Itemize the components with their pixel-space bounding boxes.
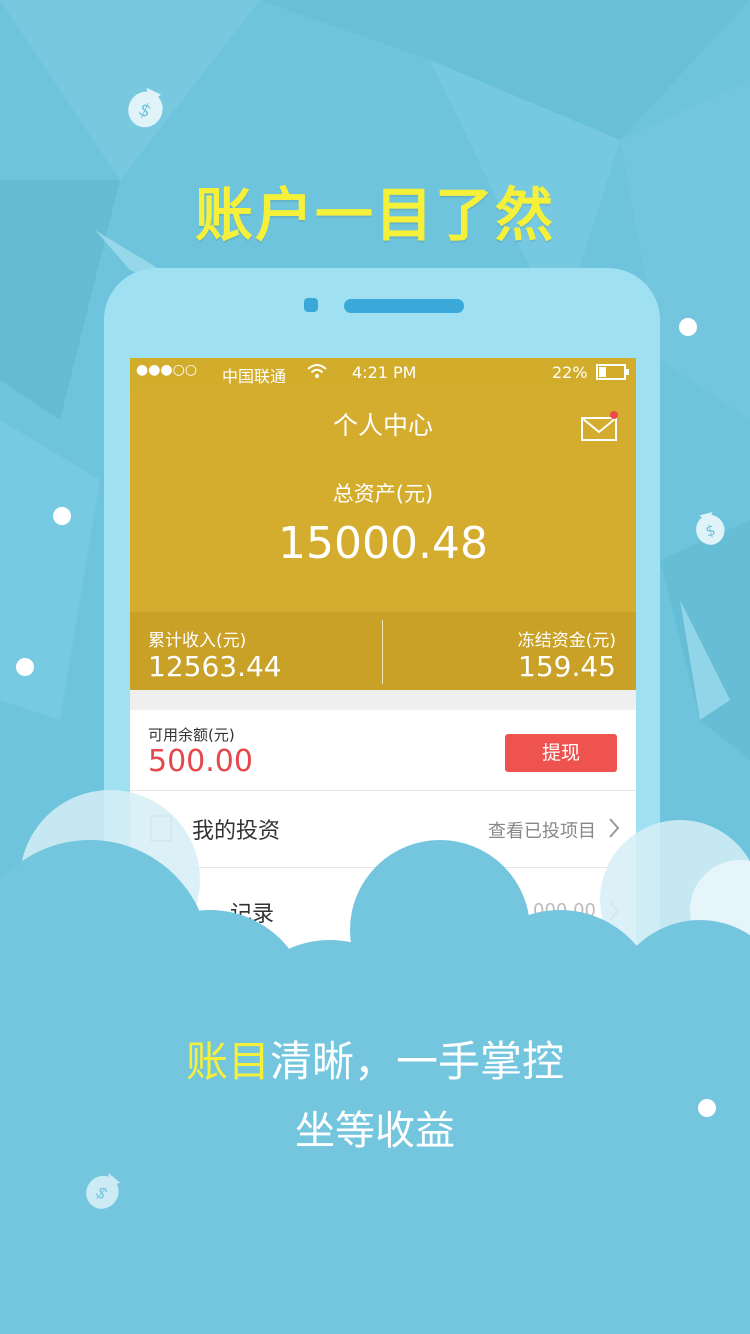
slogan-line-2: 坐等收益 — [295, 1108, 455, 1154]
slogan-line-1: 账目清晰，一手掌控 — [0, 1028, 750, 1089]
money-bag-icon: $ — [86, 1173, 121, 1209]
slogan-highlight: 账目 — [185, 1037, 270, 1086]
slogan-rest: 清晰，一手掌控 — [270, 1037, 565, 1086]
